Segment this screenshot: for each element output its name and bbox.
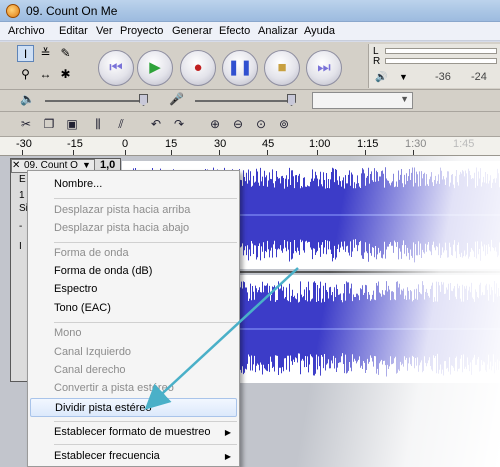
annotation-arrow-line: [144, 267, 299, 410]
annotation-arrow-icon: [144, 267, 299, 410]
audacity-window: 09. Count On Me Archivo Editar Ver Proye…: [0, 0, 500, 467]
